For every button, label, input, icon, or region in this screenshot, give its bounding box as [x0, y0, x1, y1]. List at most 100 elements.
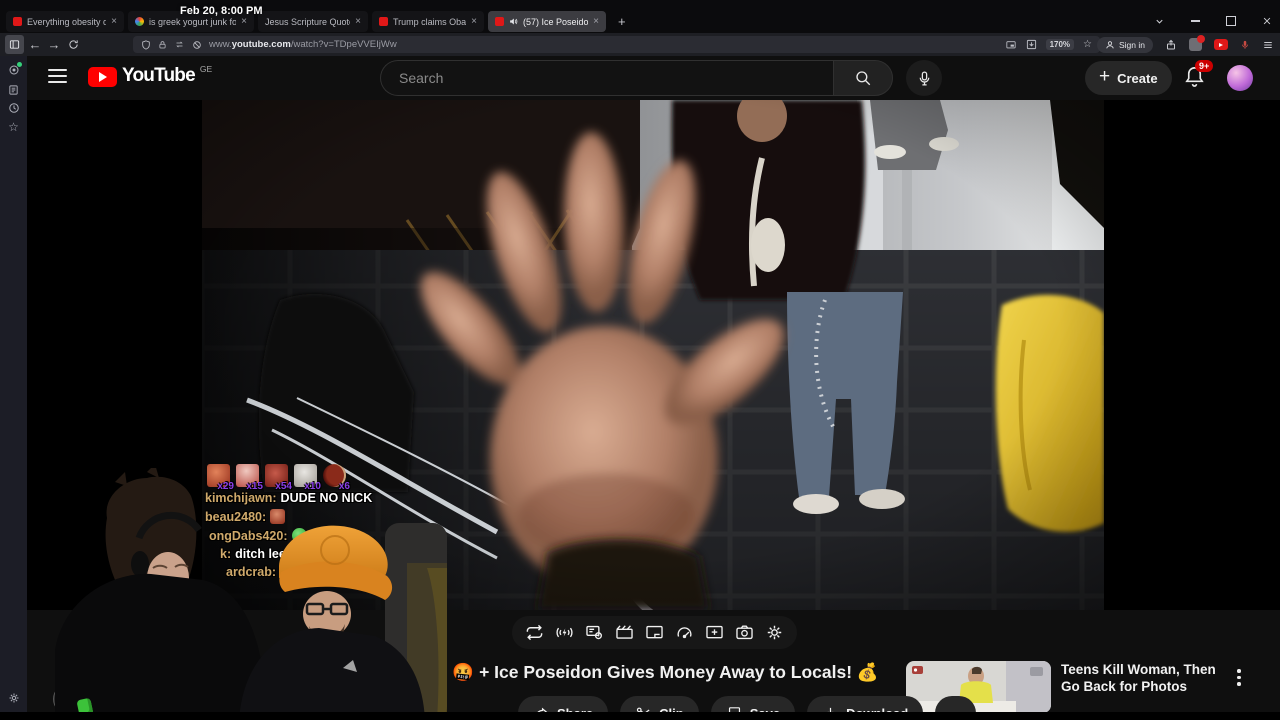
tab-title: Everything obesity does to you: [27, 16, 107, 27]
sign-in-button[interactable]: Sign in: [1097, 36, 1153, 53]
tab-close-icon[interactable]: ×: [471, 16, 477, 27]
picture-in-picture-icon[interactable]: [1005, 40, 1017, 50]
shield-icon[interactable]: [141, 39, 151, 50]
tab-close-icon[interactable]: ×: [593, 16, 599, 27]
lock-icon[interactable]: [158, 40, 167, 50]
search-input[interactable]: [397, 69, 794, 87]
zoom-level-badge[interactable]: 170%: [1045, 39, 1075, 50]
create-button[interactable]: + Create: [1085, 61, 1172, 95]
tab-list-chevron-icon[interactable]: [1152, 14, 1166, 28]
youtube-favicon: [379, 17, 388, 26]
avatar[interactable]: [1227, 65, 1253, 91]
speaker-icon: [509, 17, 518, 26]
reload-icon[interactable]: [64, 33, 82, 56]
new-tab-button[interactable]: +: [618, 14, 626, 29]
switch-arrows-icon[interactable]: [174, 40, 185, 49]
video-title: y! 🤬 + Ice Poseidon Gives Money Away to …: [432, 662, 879, 682]
blocker-icon[interactable]: [192, 40, 202, 50]
back-icon[interactable]: ←: [26, 33, 44, 56]
urlbar-actions: 170% ☆: [1005, 39, 1092, 50]
history-clock-icon[interactable]: [0, 102, 27, 114]
sidebar-toggle-button[interactable]: [5, 35, 24, 54]
google-favicon: [135, 17, 144, 26]
region-code: GE: [199, 64, 213, 74]
stream-timestamp-overlay: Feb 20, 8:00 PM: [180, 5, 263, 17]
browser-tab-4[interactable]: Trump claims Obama revealed ×: [372, 11, 484, 32]
screenshot-icon[interactable]: [735, 623, 754, 642]
stream-chat-overlay: x29 x15 x54 x10 x6 kimchijawn: DUDE NO N…: [205, 464, 485, 579]
youtube-logo[interactable]: YouTube GE: [88, 64, 213, 87]
more-options-icon[interactable]: [1237, 669, 1241, 713]
chat-message: ongDabs420:: [209, 528, 485, 543]
live-stream-icon[interactable]: [555, 623, 574, 642]
chat-message: beau2480:: [205, 509, 485, 524]
settings-gear-icon[interactable]: [765, 623, 784, 642]
cinema-mode-icon[interactable]: [615, 623, 634, 642]
firefox-sidebar: ☆: [0, 56, 27, 720]
voice-search-button[interactable]: [906, 60, 942, 96]
enhancer-toolbar: [512, 616, 797, 649]
repeat-icon[interactable]: [525, 623, 544, 642]
search-bar: [380, 60, 893, 96]
emote-combo-row: x29 x15 x54 x10 x6: [207, 464, 485, 492]
url-text: www.youtube.com/watch?v=TDpeVVEIjWw: [209, 39, 397, 50]
settings-gear-icon[interactable]: [0, 692, 27, 704]
youtube-header: YouTube GE + Create 9+: [27, 56, 1280, 100]
tab-close-icon[interactable]: ×: [355, 16, 361, 27]
pale-face-emote: x10: [294, 464, 321, 492]
tab-title: Jesus Scripture Quote Bracelet – Ch: [265, 16, 350, 27]
crying-red-emote: x54: [265, 464, 292, 492]
plus-icon: +: [1099, 66, 1111, 87]
preview-eye-icon[interactable]: [585, 623, 604, 642]
suggested-video-title[interactable]: Teens Kill Woman, Then Go Back for Photo…: [1061, 661, 1221, 713]
bookmark-star-icon[interactable]: ☆: [1083, 39, 1092, 50]
tab-title: is greek yogurt junk food - Go: [149, 16, 237, 27]
browser-tab-3[interactable]: Jesus Scripture Quote Bracelet – Ch ×: [258, 11, 368, 32]
laughing-red-emote: x29: [207, 464, 234, 492]
playback-speed-icon[interactable]: [675, 623, 694, 642]
red-face-emote: [270, 509, 286, 524]
menu-icon[interactable]: [1262, 40, 1274, 50]
url-bar[interactable]: www.youtube.com/watch?v=TDpeVVEIjWw 170%…: [133, 36, 1100, 53]
green-circle-emote: [291, 528, 307, 543]
notification-badge: 9+: [1195, 60, 1214, 72]
youtube-favicon: [13, 17, 22, 26]
youtube-favicon: [495, 17, 504, 26]
dark-red-circle-emote: x6: [323, 464, 350, 492]
toolbar-right: Sign in: [1097, 35, 1274, 54]
mic-extension-icon[interactable]: [1240, 39, 1250, 51]
ai-chat-icon[interactable]: [0, 62, 27, 76]
maximize-button[interactable]: [1224, 14, 1238, 28]
search-field[interactable]: [380, 60, 833, 96]
hamburger-menu-icon[interactable]: [48, 69, 67, 83]
youtube-extension-icon[interactable]: [1214, 39, 1228, 50]
window-controls: [1152, 14, 1274, 28]
browser-tab-active[interactable]: (57) Ice Poseidon Goes to V ×: [488, 11, 606, 32]
bottom-cutoff-strip: [0, 712, 1280, 720]
video-title: Ic: [55, 662, 70, 682]
star-icon[interactable]: ☆: [0, 120, 27, 134]
export-icon[interactable]: [1165, 39, 1177, 51]
video-filters-icon[interactable]: [705, 623, 724, 642]
tab-title: (57) Ice Poseidon Goes to V: [523, 16, 589, 27]
close-button[interactable]: [1260, 14, 1274, 28]
browser-toolbar: ← → www.youtube.com/watch?v=TDpeVVEIjWw: [0, 33, 1280, 56]
bookmarks-page-icon[interactable]: [0, 84, 27, 96]
chat-message: k: ditch lee: [220, 547, 286, 561]
tab-strip: Everything obesity does to you × is gree…: [6, 11, 626, 32]
chat-message: kimchijawn: DUDE NO NICK: [205, 491, 373, 505]
import-icon[interactable]: [1026, 39, 1037, 50]
tab-title: Trump claims Obama revealed: [393, 16, 467, 27]
tab-close-icon[interactable]: ×: [111, 16, 117, 27]
browser-tab-1[interactable]: Everything obesity does to you ×: [6, 11, 124, 32]
extension-icon[interactable]: [1189, 35, 1205, 51]
search-button[interactable]: [833, 60, 893, 96]
frame-size-icon[interactable]: [645, 623, 664, 642]
browser-window: Everything obesity does to you × is gree…: [0, 0, 1280, 720]
tab-close-icon[interactable]: ×: [241, 16, 247, 27]
chat-message: ardcrab:: [226, 565, 277, 579]
youtube-play-icon: [88, 67, 117, 87]
crying-pink-emote: x15: [236, 464, 263, 492]
forward-icon[interactable]: →: [45, 33, 63, 56]
minimize-button[interactable]: [1188, 14, 1202, 28]
